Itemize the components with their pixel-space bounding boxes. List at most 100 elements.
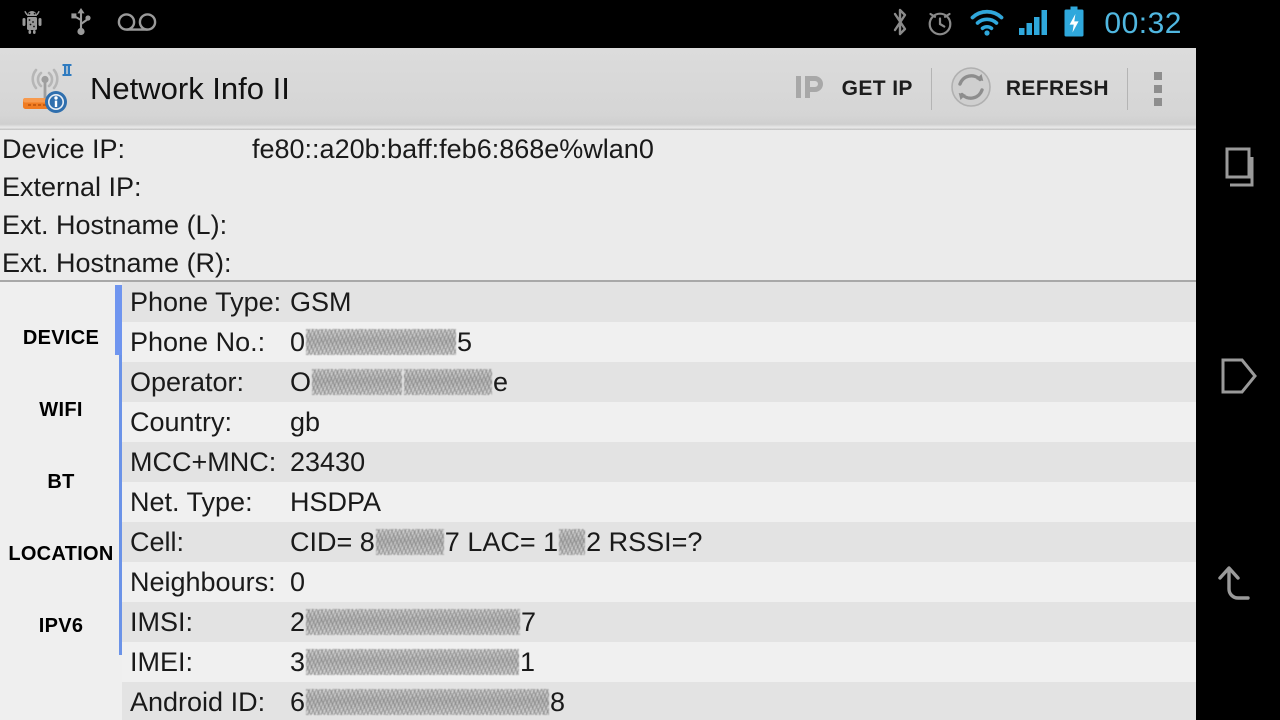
page-title: Network Info II [90,71,290,106]
detail-value-text: 7 [521,606,537,637]
detail-row-label: Country: [130,406,233,437]
ip-row-value: fe80::a20b:baff:feb6:868e%wlan0 [252,133,654,164]
detail-row: Country: gb [122,402,1196,442]
detail-row-label: Android ID: [130,686,266,717]
detail-row: IMSI: 2 7 [122,602,1196,642]
ip-row-label: Ext. Hostname (L): [2,209,228,240]
detail-value-text: 3 [290,646,306,677]
detail-row-label: MCC+MNC: [130,446,277,477]
device-screen: 00:32 Network Info II GET IP REFRESH Dev… [0,0,1280,720]
detail-row-value: Oe [290,367,508,398]
detail-row: Cell: CID= 8 7 LAC= 1 2 RSSI=? [122,522,1196,562]
detail-row-label: Cell: [130,526,185,557]
detail-value-text: GSM [290,286,352,317]
detail-value-text: 23430 [290,446,366,477]
ip-summary-section: Device IP: fe80::a20b:baff:feb6:868e%wlan… [0,130,1196,282]
ip-icon [794,70,828,109]
ip-row: External IP: [0,168,1196,206]
redacted-value [559,529,586,555]
refresh-icon [950,66,992,113]
overflow-dot-1 [1154,72,1162,80]
back-button[interactable] [1196,526,1280,646]
refresh-button[interactable]: REFRESH [932,48,1127,130]
device-detail-list: Phone Type: GSM Phone No.: 0 5 Operator: Oe Cou… [122,282,1196,720]
detail-row-value: 27 [290,607,536,638]
detail-row: IMEI: 3 1 [122,642,1196,682]
detail-row-value: HSDPA [290,487,381,518]
recents-button[interactable] [1196,110,1280,230]
detail-row: Neighbours: 0 [122,562,1196,602]
overflow-dot-3 [1154,98,1162,106]
detail-value-text: O [290,366,312,397]
ip-row-label: Device IP: [2,133,126,164]
status-bar-clock: 00:32 [1104,7,1182,40]
sidebar-item-device[interactable]: DEVICE [0,302,122,374]
status-bar: 00:32 [0,0,1196,48]
redacted-value [375,529,444,555]
detail-row-value: 68 [290,687,565,718]
detail-value-text: gb [290,406,321,437]
status-bar-right-icons: 00:32 [889,6,1182,43]
recents-icon [1211,141,1265,200]
voicemail-icon [116,11,158,38]
detail-value-text: 0 [290,566,306,597]
detail-value-text: 1 [520,646,536,677]
redacted-value [312,369,403,395]
sidebar-item-bt[interactable]: BT [0,446,122,518]
detail-value-text: e [493,366,509,397]
detail-row: Phone Type: GSM [122,282,1196,322]
redacted-value [306,649,520,675]
detail-row: Android ID: 6 8 [122,682,1196,720]
sidebar-item-wifi[interactable]: WIFI [0,374,122,446]
tab-indicator-thumb[interactable] [115,285,122,355]
usb-icon [68,7,94,42]
detail-row-label: Net. Type: [130,486,253,517]
sidebar-item-ipv6[interactable]: IPV6 [0,590,122,662]
status-bar-left-icons [18,7,158,42]
redacted-value [306,609,521,635]
detail-value-text: HSDPA [290,486,382,517]
detail-row: Phone No.: 0 5 [122,322,1196,362]
network-info-app-icon [16,58,78,120]
back-icon [1210,556,1266,617]
ip-row-label: External IP: [2,171,142,202]
action-bar: Network Info II GET IP REFRESH [0,48,1196,130]
get-ip-button[interactable]: GET IP [776,48,931,130]
detail-value-text: 8 [550,686,566,717]
redacted-value [306,689,550,715]
home-button[interactable] [1196,318,1280,438]
detail-row-label: Operator: [130,366,245,397]
ip-row-label: Ext. Hostname (R): [2,247,232,278]
android-debug-icon [18,8,46,41]
detail-row-value: GSM [290,287,352,318]
action-bar-items: GET IP REFRESH [776,48,1188,130]
detail-value-text: 6 [290,686,306,717]
tab-sidebar: DEVICE WIFI BT LOCATION IPV6 [0,282,122,720]
detail-value-text: 7 LAC= 1 [444,526,559,557]
detail-row: Net. Type: HSDPA [122,482,1196,522]
alarm-icon [924,6,956,43]
get-ip-label: GET IP [841,77,913,100]
ip-row: Device IP: fe80::a20b:baff:feb6:868e%wlan… [0,130,1196,168]
detail-row-label: IMSI: [130,606,194,637]
sidebar-item-location[interactable]: LOCATION [0,518,122,590]
detail-row-label: Phone Type: [130,286,282,317]
home-icon [1210,348,1266,409]
overflow-dot-2 [1154,85,1162,93]
ip-row: Ext. Hostname (L): [0,206,1196,244]
redacted-value [404,369,493,395]
detail-row-value: 23430 [290,447,365,478]
detail-row-value: 0 [290,567,305,598]
ip-row: Ext. Hostname (R): [0,244,1196,282]
wifi-icon [969,8,1005,41]
detail-row: MCC+MNC: 23430 [122,442,1196,482]
overflow-menu-icon[interactable] [1128,48,1188,130]
battery-charging-icon [1063,6,1085,43]
detail-value-text: 2 RSSI=? [586,526,703,557]
detail-value-text: 5 [457,326,473,357]
detail-row-value: CID= 8 7 LAC= 1 2 RSSI=? [290,527,702,558]
detail-row-label: Phone No.: [130,326,266,357]
detail-value-text: 0 [290,326,306,357]
tab-content-area: DEVICE WIFI BT LOCATION IPV6 Phone Type: GSM P… [0,282,1196,720]
refresh-label: REFRESH [1005,77,1109,100]
